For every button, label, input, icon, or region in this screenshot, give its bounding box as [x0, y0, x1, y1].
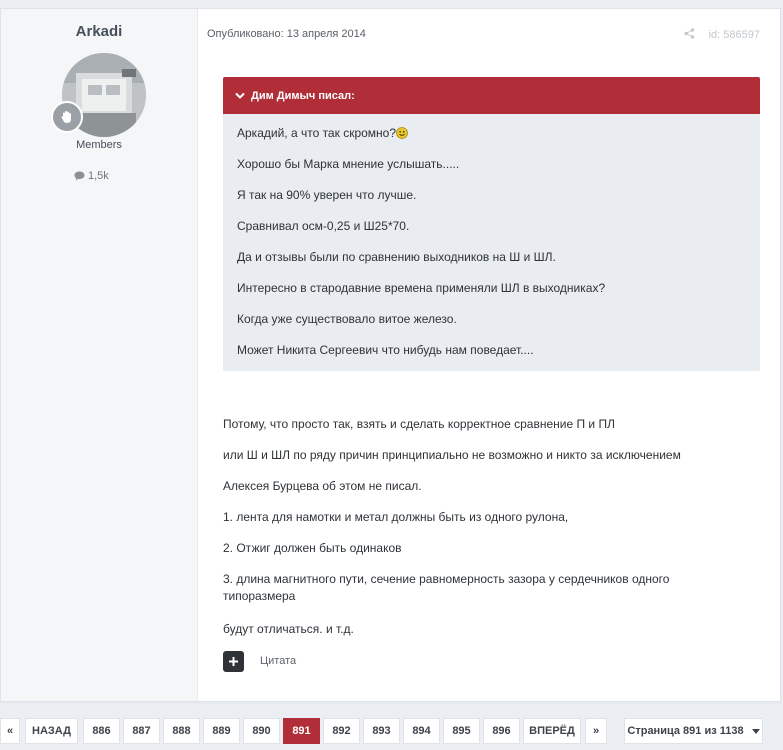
post-content: Потому, что просто так, взять и сделать … — [223, 416, 743, 638]
current-page-button[interactable]: 891 — [283, 718, 320, 744]
last-page-button[interactable]: » — [585, 718, 607, 744]
reputation-count: 1,5k — [88, 170, 109, 182]
post-id[interactable]: id: 586597 — [709, 29, 760, 41]
content-paragraph: Потому, что просто так, взять и сделать … — [223, 417, 615, 431]
content-paragraph: 3. длина магнитного пути, сечение равном… — [223, 572, 670, 603]
page-button[interactable]: 887 — [123, 718, 160, 744]
post-container: Arkadi Members 1,5k Опубликовано: 13 апр… — [0, 8, 781, 702]
post-tools: id: 586597 — [684, 28, 760, 42]
plus-icon — [229, 657, 238, 666]
quote-line: Да и отзывы были по сравнению выходников… — [237, 250, 556, 264]
smiley-icon — [396, 127, 408, 139]
page-button[interactable]: 893 — [363, 718, 400, 744]
page-button[interactable]: 890 — [243, 718, 280, 744]
quote-line: Хорошо бы Марка мнение услышать..... — [237, 157, 460, 171]
page-button[interactable]: 894 — [403, 718, 440, 744]
pagination: « НАЗАД 886 887 888 889 890 891 892 893 … — [0, 718, 783, 744]
chevron-down-icon — [235, 92, 245, 99]
content-paragraph: Алексея Бурцева об этом не писал. — [223, 479, 422, 493]
quote-line: Интересно в стародавние времена применял… — [237, 281, 606, 295]
page-button[interactable]: 895 — [443, 718, 480, 744]
page-jump-dropdown[interactable]: Страница 891 из 1138 — [624, 718, 763, 744]
content-paragraph: 1. лента для намотки и метал должны быть… — [223, 510, 569, 524]
comment-icon — [74, 171, 85, 181]
quote-button[interactable]: Цитата — [260, 655, 296, 667]
prev-page-button[interactable]: НАЗАД — [25, 718, 78, 744]
page-button[interactable]: 888 — [163, 718, 200, 744]
author-panel: Arkadi Members 1,5k — [1, 9, 198, 701]
share-icon[interactable] — [684, 28, 695, 42]
reputation-stat: 1,5k — [74, 170, 109, 182]
post-date[interactable]: Опубликовано: 13 апреля 2014 — [207, 28, 366, 40]
page-button[interactable]: 886 — [83, 718, 120, 744]
multiquote-button[interactable] — [223, 651, 244, 672]
quote-line: Когда уже существовало витое железо. — [237, 312, 457, 326]
blockquote: Дим Димыч писал: Аркадий, а что так скро… — [223, 77, 760, 371]
page-jump-label: Страница 891 из 1138 — [627, 725, 744, 737]
quote-body: Аркадий, а что так скромно? Хорошо бы Ма… — [223, 114, 760, 371]
quote-author: Дим Димыч писал: — [251, 89, 355, 102]
quote-line: Сравнивал осм-0,25 и Ш25*70. — [237, 219, 410, 233]
quote-line: Может Никита Сергеевич что нибудь нам по… — [237, 343, 534, 357]
page-button[interactable]: 889 — [203, 718, 240, 744]
author-name[interactable]: Arkadi — [1, 23, 197, 40]
quote-line: Я так на 90% уверен что лучше. — [237, 188, 417, 202]
quote-line: Аркадий, а что так скромно? — [237, 124, 746, 155]
page-button[interactable]: 892 — [323, 718, 360, 744]
content-paragraph: или Ш и ШЛ по ряду причин принципиально … — [223, 448, 681, 462]
page-button[interactable]: 896 — [483, 718, 520, 744]
content-paragraph: 2. Отжиг должен быть одинаков — [223, 541, 402, 555]
quote-header[interactable]: Дим Димыч писал: — [223, 77, 760, 114]
first-page-button[interactable]: « — [0, 718, 20, 744]
hand-badge-icon — [51, 101, 83, 133]
author-group: Members — [76, 139, 122, 151]
caret-down-icon — [751, 728, 760, 734]
next-page-button[interactable]: ВПЕРЁД — [523, 718, 581, 744]
content-paragraph: будут отличаться. и т.д. — [223, 622, 354, 636]
